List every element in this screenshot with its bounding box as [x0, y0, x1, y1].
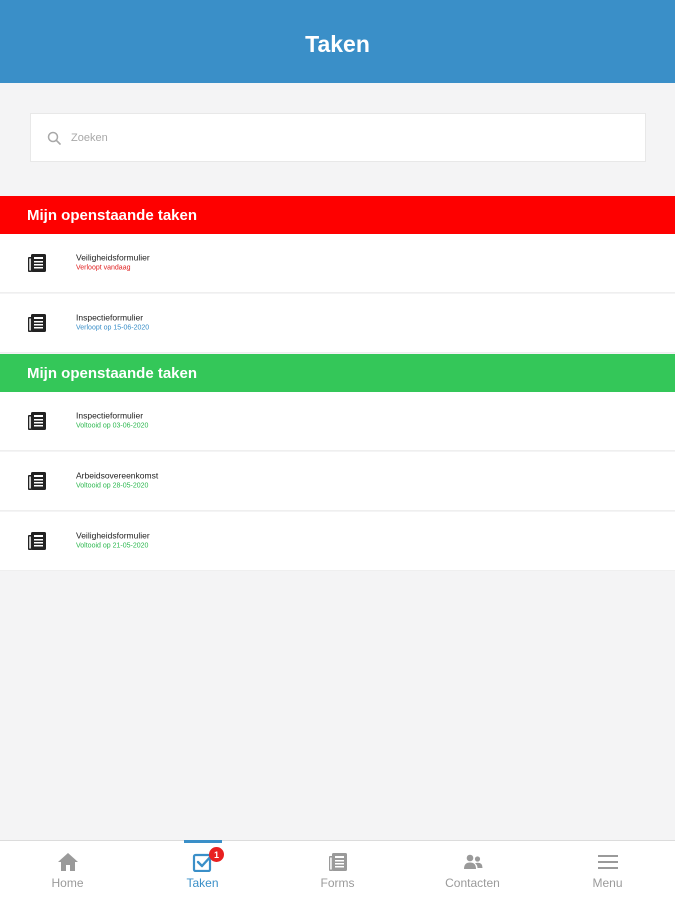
document-icon — [28, 314, 46, 332]
task-title: Veiligheidsformulier — [76, 252, 150, 263]
task-status: Voltooid op 21-05-2020 — [76, 542, 149, 550]
tab-label: Menu — [592, 876, 623, 890]
task-status: Verloopt op 15-06-2020 — [76, 324, 150, 332]
task-row[interactable]: Inspectieformulier Voltooid op 03-06-202… — [0, 392, 675, 451]
task-title: Arbeidsovereenkomst — [76, 470, 159, 481]
tab-label: Home — [51, 876, 84, 890]
task-status: Voltooid op 03-06-2020 — [76, 422, 149, 430]
section-header-open: Mijn openstaande taken — [0, 196, 675, 234]
document-icon — [28, 254, 46, 272]
task-row[interactable]: Veiligheidsformulier Verloopt vandaag — [0, 234, 675, 293]
tab-label: Forms — [320, 876, 355, 890]
document-icon — [28, 472, 46, 490]
menu-icon — [597, 855, 618, 869]
task-title: Inspectieformulier — [76, 312, 144, 323]
search-input[interactable] — [71, 131, 571, 144]
task-title: Inspectieformulier — [76, 410, 144, 421]
section-header-done: Mijn openstaande taken — [0, 354, 675, 392]
notification-badge: 1 — [209, 847, 224, 862]
task-row[interactable]: Veiligheidsformulier Voltooid op 21-05-2… — [0, 512, 675, 571]
tab-taken[interactable]: 1 Taken — [135, 840, 270, 900]
task-status: Voltooid op 28-05-2020 — [76, 482, 149, 490]
app-header: Taken — [0, 0, 675, 83]
tab-label: Contacten — [445, 876, 500, 890]
bottom-tab-bar: Home 1 Taken Forms Contacten Menu — [0, 840, 675, 900]
page-title: Taken — [305, 31, 370, 57]
task-row[interactable]: Arbeidsovereenkomst Voltooid op 28-05-20… — [0, 452, 675, 511]
forms-icon — [328, 853, 347, 871]
tab-forms[interactable]: Forms — [270, 841, 405, 900]
task-status: Verloopt vandaag — [76, 264, 131, 272]
active-tab-indicator — [183, 840, 222, 843]
tab-menu[interactable]: Menu — [540, 841, 675, 900]
home-icon — [57, 853, 78, 871]
tab-contacten[interactable]: Contacten — [405, 841, 540, 900]
search-bar[interactable] — [30, 113, 646, 162]
section-title: Mijn openstaande taken — [27, 364, 198, 382]
task-title: Veiligheidsformulier — [76, 530, 150, 541]
search-icon — [47, 131, 61, 145]
contacts-icon — [463, 854, 482, 869]
tab-home[interactable]: Home — [0, 841, 135, 900]
document-icon — [28, 532, 46, 550]
document-icon — [28, 412, 46, 430]
task-row[interactable]: Inspectieformulier Verloopt op 15-06-202… — [0, 294, 675, 353]
section-title: Mijn openstaande taken — [27, 206, 198, 224]
tab-label: Taken — [186, 876, 219, 890]
